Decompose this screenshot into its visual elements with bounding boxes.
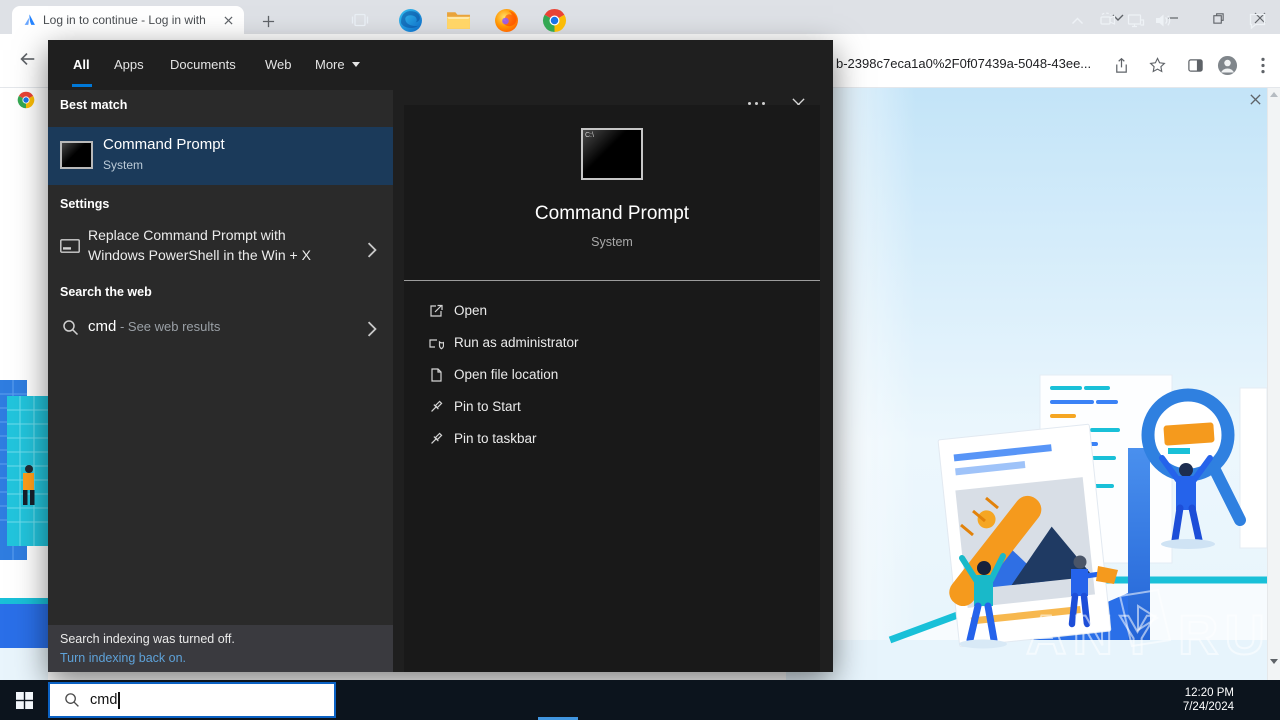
chrome-logo-small bbox=[17, 91, 35, 109]
action-label: Run as administrator bbox=[454, 335, 579, 350]
side-panel-icon[interactable] bbox=[1184, 54, 1206, 76]
best-match-label: Best match bbox=[60, 98, 128, 112]
scrollbar-up-arrow[interactable] bbox=[1267, 88, 1280, 101]
menu-kebab-icon[interactable] bbox=[1252, 54, 1274, 76]
taskbar-search-input[interactable]: cmd bbox=[48, 682, 336, 718]
web-query-suffix: - See web results bbox=[116, 319, 221, 334]
scrollbar-down-arrow[interactable] bbox=[1267, 655, 1280, 668]
action-open-file-location[interactable]: Open file location bbox=[404, 359, 820, 391]
profile-avatar[interactable] bbox=[1216, 54, 1238, 76]
desktop-screen: Log in to continue - Log in with b-2398c… bbox=[0, 0, 1280, 720]
action-label: Open bbox=[454, 303, 488, 318]
open-icon bbox=[430, 304, 443, 317]
clock-time: 12:20 PM bbox=[1184, 687, 1234, 699]
detail-divider bbox=[404, 280, 820, 281]
tab-title: Log in to continue - Log in with bbox=[43, 13, 206, 27]
indexing-footer: Search indexing was turned off. Turn ind… bbox=[48, 625, 393, 672]
settings-result-line1: Replace Command Prompt with bbox=[88, 227, 286, 243]
tray-meet-now-icon[interactable] bbox=[1094, 0, 1122, 40]
taskbar-clock[interactable]: 12:20 PM 7/24/2024 bbox=[1178, 680, 1236, 720]
settings-result-line2: Windows PowerShell in the Win + X bbox=[88, 247, 311, 263]
search-tab-web[interactable]: Web bbox=[265, 57, 292, 72]
result-detail-panel: C:\ Command Prompt System Open Run as ad… bbox=[404, 105, 820, 672]
settings-window-icon bbox=[60, 239, 80, 253]
browser-tab[interactable]: Log in to continue - Log in with bbox=[12, 6, 244, 34]
action-label: Pin to taskbar bbox=[454, 431, 537, 446]
action-pin-to-taskbar[interactable]: Pin to taskbar bbox=[404, 423, 820, 455]
start-button[interactable] bbox=[0, 680, 48, 720]
tray-volume-icon[interactable] bbox=[1148, 0, 1178, 40]
search-tab-more[interactable]: More bbox=[315, 57, 360, 72]
taskbar-search-value: cmd bbox=[90, 692, 118, 708]
action-open[interactable]: Open bbox=[404, 295, 820, 327]
watermark-any: ANY bbox=[1026, 603, 1162, 666]
settings-label: Settings bbox=[60, 197, 110, 211]
best-match-result[interactable]: Command Prompt System bbox=[48, 127, 393, 185]
web-search-query: cmd - See web results bbox=[88, 318, 220, 335]
detail-title: Command Prompt bbox=[534, 203, 690, 224]
action-label: Pin to Start bbox=[454, 399, 521, 414]
pin-icon bbox=[431, 432, 443, 444]
page-close-icon[interactable] bbox=[1246, 90, 1264, 108]
web-query-text: cmd bbox=[88, 318, 117, 335]
clock-date: 7/24/2024 bbox=[1182, 701, 1234, 713]
chevron-right-icon bbox=[367, 321, 377, 337]
indexing-link[interactable]: Turn indexing back on. bbox=[60, 651, 186, 665]
search-the-web-label: Search the web bbox=[60, 285, 152, 299]
bookmark-star-icon[interactable] bbox=[1146, 54, 1168, 76]
best-match-subtitle: System bbox=[103, 158, 144, 172]
cmd-icon-label: C:\ bbox=[585, 132, 594, 139]
chevron-right-icon bbox=[367, 242, 377, 258]
tab-favicon bbox=[24, 14, 35, 25]
windows-search-flyout: All Apps Documents Web More Best match C… bbox=[48, 40, 833, 672]
taskbar-firefox-icon[interactable] bbox=[482, 0, 530, 40]
pin-icon bbox=[431, 400, 443, 412]
web-search-result[interactable]: cmd - See web results bbox=[48, 310, 393, 346]
search-icon bbox=[63, 320, 79, 336]
search-icon bbox=[65, 693, 79, 707]
admin-shield-icon bbox=[429, 339, 444, 350]
search-tab-more-label: More bbox=[315, 57, 345, 72]
file-location-icon bbox=[431, 368, 442, 382]
taskbar-chrome-icon[interactable] bbox=[530, 0, 578, 40]
action-center-icon[interactable] bbox=[1240, 0, 1274, 40]
command-prompt-icon-large: C:\ bbox=[581, 128, 643, 180]
action-label: Open file location bbox=[454, 367, 559, 382]
command-prompt-icon bbox=[60, 141, 93, 169]
action-run-as-admin[interactable]: Run as administrator bbox=[404, 327, 820, 359]
text-caret bbox=[118, 691, 120, 709]
share-icon[interactable] bbox=[1110, 54, 1132, 76]
tray-chevron-up-icon[interactable] bbox=[1062, 0, 1092, 40]
best-match-title: Command Prompt bbox=[103, 136, 225, 153]
url-text[interactable]: b-2398c7eca1a0%2F0f07439a-5048-43ee... bbox=[836, 56, 1091, 71]
search-tab-documents[interactable]: Documents bbox=[170, 57, 236, 72]
search-tab-all[interactable]: All bbox=[73, 57, 90, 72]
detail-subtitle: System bbox=[591, 235, 633, 249]
page-scrollbar[interactable] bbox=[1267, 88, 1280, 680]
search-tab-apps[interactable]: Apps bbox=[114, 57, 144, 72]
taskbar-file-explorer-icon[interactable] bbox=[434, 0, 482, 40]
action-pin-to-start[interactable]: Pin to Start bbox=[404, 391, 820, 423]
active-tab-underline bbox=[72, 84, 92, 87]
tray-network-icon[interactable] bbox=[1122, 0, 1150, 40]
task-view-button[interactable] bbox=[336, 0, 384, 40]
chevron-down-icon bbox=[351, 62, 360, 67]
taskbar-edge-icon[interactable] bbox=[386, 0, 434, 40]
watermark-run: RUN bbox=[1178, 603, 1280, 666]
window-restore-button[interactable] bbox=[1206, 8, 1230, 28]
indexing-status-text: Search indexing was turned off. bbox=[60, 632, 235, 646]
tab-close-icon[interactable] bbox=[220, 12, 236, 28]
new-tab-button[interactable] bbox=[256, 9, 280, 33]
settings-result[interactable]: Replace Command Prompt with Windows Powe… bbox=[48, 222, 393, 276]
back-button[interactable] bbox=[12, 44, 42, 74]
search-results-column: Best match Command Prompt System Setting… bbox=[48, 90, 393, 625]
